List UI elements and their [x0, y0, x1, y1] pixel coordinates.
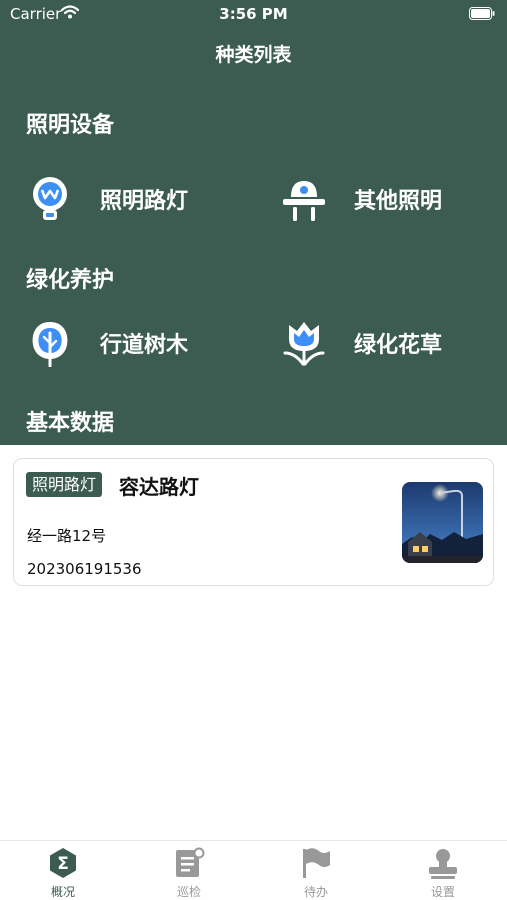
tab-label: 待办 [303, 885, 328, 899]
battery-icon [469, 7, 495, 20]
tab-settings[interactable]: 设置 [380, 847, 506, 900]
record-code: 202306191536 [27, 560, 142, 578]
record-address: 经一路12号 [27, 527, 107, 545]
status-bar: Carrier 3:56 PM [0, 0, 507, 28]
category-tag: 照明路灯 [26, 472, 103, 497]
street-lamp-icon [26, 175, 74, 223]
tab-overview[interactable]: Σ 概况 [0, 847, 126, 900]
tree-icon [26, 319, 74, 367]
section-title-basic-data: 基本数据 [26, 411, 115, 436]
category-other-light[interactable]: 其他照明 [280, 174, 442, 224]
flower-icon [280, 319, 328, 367]
tab-label: 概况 [50, 885, 75, 899]
category-street-lamp[interactable]: 照明路灯 [26, 174, 188, 224]
category-label: 照明路灯 [100, 189, 189, 214]
tab-label: 设置 [430, 885, 455, 899]
tab-inspection[interactable]: 巡检 [126, 847, 252, 900]
page-title: 种类列表 [215, 44, 292, 66]
tab-label: 巡检 [176, 885, 201, 899]
status-time: 3:56 PM [219, 5, 288, 23]
header-panel: Carrier 3:56 PM 种类列表 照明设备 照明路灯 其他照明 绿化养护… [0, 0, 507, 445]
category-label: 行道树木 [100, 333, 189, 358]
stamp-icon [380, 847, 506, 879]
flag-icon [253, 847, 379, 879]
record-card[interactable]: 照明路灯 容达路灯 经一路12号 202306191536 [13, 458, 494, 586]
tab-todo[interactable]: 待办 [253, 847, 379, 900]
street-lamp-photo [402, 482, 483, 563]
checklist-icon [126, 847, 252, 879]
other-light-icon [280, 175, 328, 223]
record-title: 容达路灯 [119, 475, 199, 499]
svg-text:Σ: Σ [57, 854, 69, 874]
tab-bar: Σ 概况 巡检 待办 设置 [0, 840, 507, 900]
sigma-icon: Σ [0, 847, 126, 879]
section-title-greening: 绿化养护 [26, 268, 115, 293]
category-label: 其他照明 [354, 189, 443, 214]
section-title-lighting: 照明设备 [26, 113, 115, 138]
category-label: 绿化花草 [354, 333, 443, 358]
category-trees[interactable]: 行道树木 [26, 318, 188, 368]
category-flowers[interactable]: 绿化花草 [280, 318, 442, 368]
